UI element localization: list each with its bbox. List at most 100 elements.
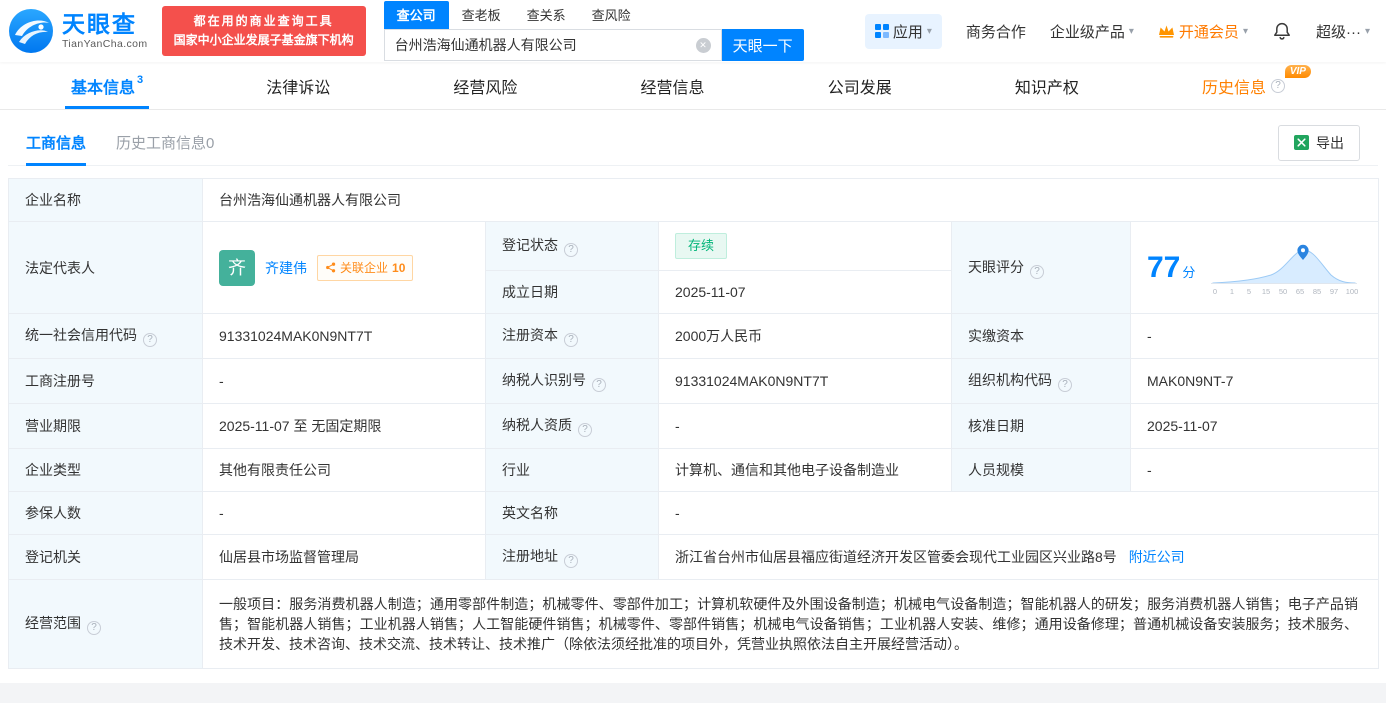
field-label-taxpayer-quality: 纳税人资质? xyxy=(485,403,659,449)
field-value-insured: - xyxy=(202,491,486,535)
field-label-english-name: 英文名称 xyxy=(485,491,659,535)
apps-grid-icon xyxy=(874,24,889,38)
subtab-history-registration[interactable]: 历史工商信息0 xyxy=(116,120,214,165)
tab-history-info[interactable]: 历史信息 ? VIP xyxy=(1196,62,1311,109)
tab-legal-litigation[interactable]: 法律诉讼 xyxy=(260,62,336,109)
excel-icon xyxy=(1294,135,1309,150)
notifications-button[interactable] xyxy=(1272,21,1292,41)
field-value-legal-rep: 齐 齐建伟 关联企业 10 xyxy=(202,221,486,314)
field-value-credit-code: 91331024MAK0N9NT7T xyxy=(202,313,486,359)
related-companies-tag[interactable]: 关联企业 10 xyxy=(317,254,414,281)
top-header: 天眼查 TianYanCha.com 都在用的商业查询工具 国家中小企业发展子基… xyxy=(0,0,1386,62)
field-label-industry: 行业 xyxy=(485,448,659,492)
field-value-company-name: 台州浩海仙通机器人有限公司 xyxy=(202,178,1379,222)
field-value-reg-status: 存续 xyxy=(658,221,952,271)
enterprise-products-menu[interactable]: 企业级产品 ▾ xyxy=(1050,21,1134,42)
nearby-companies-link[interactable]: 附近公司 xyxy=(1129,549,1185,565)
svg-text:50: 50 xyxy=(1279,287,1287,296)
help-icon[interactable]: ? xyxy=(1030,264,1044,279)
search-tab-company[interactable]: 查公司 xyxy=(383,1,449,29)
tianyancha-logo-icon xyxy=(9,9,53,53)
svg-text:15: 15 xyxy=(1262,287,1270,296)
help-icon[interactable]: ? xyxy=(1270,78,1285,93)
search-tab-boss[interactable]: 查老板 xyxy=(449,1,514,29)
tab-operating-risk[interactable]: 经营风险 xyxy=(447,62,523,109)
search-tab-relation[interactable]: 查关系 xyxy=(514,1,579,29)
table-row: 企业类型 其他有限责任公司 行业 计算机、通信和其他电子设备制造业 人员规模 - xyxy=(8,448,1379,492)
chevron-down-icon: ▾ xyxy=(926,25,932,37)
page: 天眼查 TianYanCha.com 都在用的商业查询工具 国家中小企业发展子基… xyxy=(0,0,1386,703)
table-row: 企业名称 台州浩海仙通机器人有限公司 xyxy=(8,178,1379,222)
tab-count-badge: 3 xyxy=(137,73,144,86)
field-value-address: 浙江省台州市仙居县福应街道经济开发区管委会现代工业园区兴业路8号 附近公司 xyxy=(658,534,1379,580)
search-box: ✕ xyxy=(383,29,722,61)
help-icon[interactable]: ? xyxy=(143,333,157,347)
slogan-badge: 都在用的商业查询工具 国家中小企业发展子基金旗下机构 xyxy=(161,6,366,56)
tab-operating-info[interactable]: 经营信息 xyxy=(635,62,711,109)
field-value-english-name: - xyxy=(658,491,1379,535)
export-label: 导出 xyxy=(1316,134,1344,151)
slogan-line2: 国家中小企业发展子基金旗下机构 xyxy=(173,33,354,47)
field-label-company-type: 企业类型 xyxy=(8,448,203,492)
help-icon[interactable]: ? xyxy=(564,243,578,257)
main-content: 工商信息 历史工商信息0 导出 企业名称 台州浩海仙通机器人有限公司 法定代表人… xyxy=(0,120,1386,683)
help-icon[interactable]: ? xyxy=(592,378,606,392)
search-button[interactable]: 天眼一下 xyxy=(721,29,804,61)
search-input[interactable] xyxy=(394,37,696,53)
tab-intellectual-property[interactable]: 知识产权 xyxy=(1009,62,1085,109)
field-label-org-code: 组织机构代码? xyxy=(951,358,1131,404)
svg-text:1: 1 xyxy=(1230,287,1234,296)
clear-search-icon[interactable]: ✕ xyxy=(695,37,711,53)
field-value-authority: 仙居县市场监督管理局 xyxy=(202,534,486,580)
export-button[interactable]: 导出 xyxy=(1278,124,1360,161)
legal-rep-avatar[interactable]: 齐 xyxy=(219,249,255,286)
field-label-business-term: 营业期限 xyxy=(8,403,203,449)
field-value-reg-no: - xyxy=(202,358,486,404)
field-label-credit-code: 统一社会信用代码? xyxy=(8,313,203,359)
chevron-down-icon: ▾ xyxy=(1128,25,1134,37)
field-value-establish-date: 2025-11-07 xyxy=(658,270,952,314)
help-icon[interactable]: ? xyxy=(1058,378,1072,392)
field-value-reg-capital: 2000万人民币 xyxy=(658,313,952,359)
field-label-insured: 参保人数 xyxy=(8,491,203,535)
chevron-down-icon: ▾ xyxy=(1364,25,1370,37)
score-number[interactable]: 77 分 xyxy=(1147,252,1195,283)
bell-icon xyxy=(1274,22,1290,40)
field-value-taxpayer-no: 91331024MAK0N9NT7T xyxy=(658,358,952,404)
chevron-down-icon: ▾ xyxy=(1242,25,1248,37)
help-icon[interactable]: ? xyxy=(578,423,592,437)
field-label-company-name: 企业名称 xyxy=(8,178,203,222)
field-value-business-term: 2025-11-07 至 无固定期限 xyxy=(202,403,486,449)
field-label-reg-capital: 注册资本? xyxy=(485,313,659,359)
field-value-taxpayer-quality: - xyxy=(658,403,952,449)
table-row: 登记机关 仙居县市场监督管理局 注册地址? 浙江省台州市仙居县福应街道经济开发区… xyxy=(8,534,1379,580)
subtab-business-registration[interactable]: 工商信息 xyxy=(26,120,87,166)
svg-text:97: 97 xyxy=(1330,287,1338,296)
help-icon[interactable]: ? xyxy=(564,333,578,347)
sub-tabs: 工商信息 历史工商信息0 导出 xyxy=(8,120,1378,166)
help-icon[interactable]: ? xyxy=(564,554,578,568)
tianyancha-logo[interactable]: 天眼查 TianYanCha.com xyxy=(8,8,148,54)
search-tab-risk[interactable]: 查风险 xyxy=(579,1,644,29)
open-vip-menu[interactable]: 开通会员 ▾ xyxy=(1158,21,1248,42)
business-coop-link[interactable]: 商务合作 xyxy=(966,21,1026,42)
field-label-authority: 登记机关 xyxy=(8,534,203,580)
tab-company-development[interactable]: 公司发展 xyxy=(822,62,898,109)
legal-rep-name-link[interactable]: 齐建伟 xyxy=(265,258,307,278)
header-menu: 应用 ▾ 商务合作 企业级产品 ▾ 开通会员 ▾ 超级··· ▾ xyxy=(864,13,1370,49)
table-row: 营业期限 2025-11-07 至 无固定期限 纳税人资质? - 核准日期 20… xyxy=(8,403,1379,449)
table-row: 统一社会信用代码? 91331024MAK0N9NT7T 注册资本? 2000万… xyxy=(8,313,1379,359)
field-value-paid-capital: - xyxy=(1130,313,1379,359)
slogan-line1: 都在用的商业查询工具 xyxy=(193,14,334,29)
tab-basic-info[interactable]: 基本信息 3 xyxy=(65,62,150,109)
super-vip-menu[interactable]: 超级··· ▾ xyxy=(1316,21,1370,42)
apps-menu[interactable]: 应用 ▾ xyxy=(864,13,942,49)
field-label-taxpayer-no: 纳税人识别号? xyxy=(485,358,659,404)
help-icon[interactable]: ? xyxy=(87,621,101,635)
field-value-staff-size: - xyxy=(1130,448,1379,492)
table-row: 参保人数 - 英文名称 - xyxy=(8,491,1379,535)
field-label-establish-date: 成立日期 xyxy=(485,270,659,314)
field-label-staff-size: 人员规模 xyxy=(951,448,1131,492)
brand-domain: TianYanCha.com xyxy=(62,38,148,51)
field-label-legal-rep: 法定代表人 xyxy=(8,221,203,314)
